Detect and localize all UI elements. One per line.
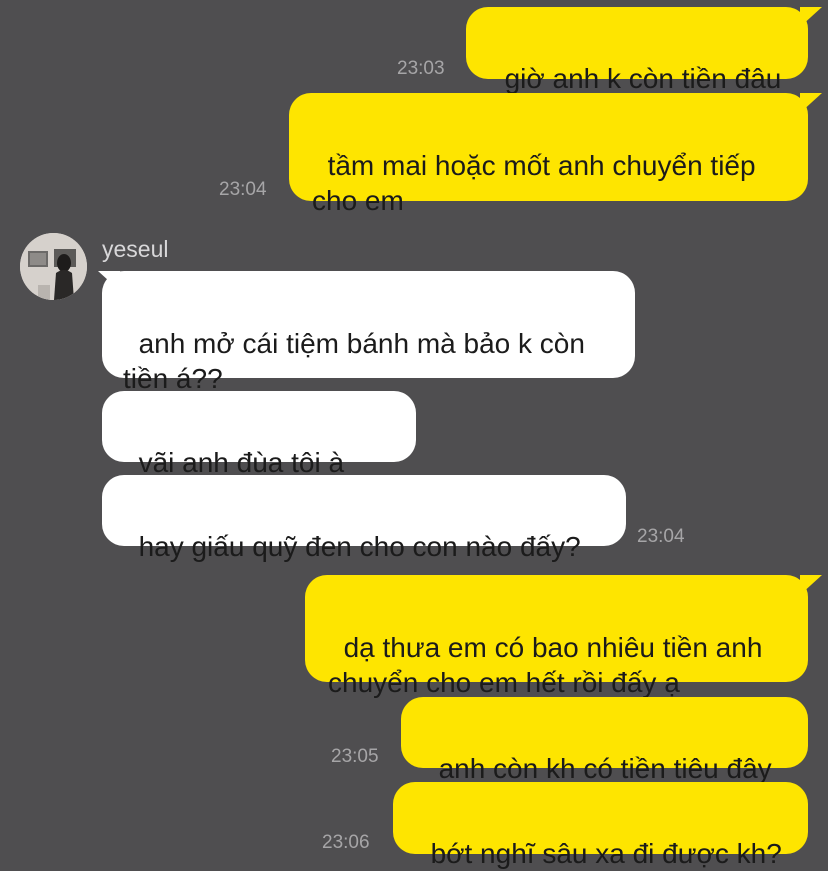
message-timestamp: 23:03 [397, 58, 445, 79]
bubble-tail [800, 575, 822, 595]
message-timestamp: 23:04 [637, 526, 685, 547]
sent-message-bubble[interactable]: tầm mai hoặc mốt anh chuyển tiếp cho em [289, 93, 808, 216]
contact-avatar[interactable] [20, 233, 87, 300]
sent-message-bubble[interactable]: anh còn kh có tiền tiêu đây [401, 697, 808, 784]
message-text: giờ anh k còn tiền đâu [504, 63, 782, 94]
message-text: dạ thưa em có bao nhiêu tiền anh chuyển … [328, 632, 763, 698]
message-text: vãi anh đùa tôi à [138, 447, 345, 478]
contact-name: yeseul [102, 236, 169, 262]
received-message-bubble[interactable]: anh mở cái tiệm bánh mà bảo k còn tiền á… [102, 271, 635, 394]
message-text: tầm mai hoặc mốt anh chuyển tiếp cho em [312, 150, 756, 216]
message-text: hay giấu quỹ đen cho con nào đấy? [138, 531, 581, 562]
sent-message-bubble[interactable]: giờ anh k còn tiền đâu [466, 7, 808, 94]
received-message-bubble[interactable]: hay giấu quỹ đen cho con nào đấy? [102, 475, 626, 562]
message-text: anh mở cái tiệm bánh mà bảo k còn tiền á… [123, 328, 585, 394]
message-timestamp: 23:04 [219, 179, 267, 200]
message-text: anh còn kh có tiền tiêu đây [438, 753, 772, 784]
sent-message-bubble[interactable]: bớt nghĩ sâu xa đi được kh? [393, 782, 808, 869]
sent-message-bubble[interactable]: dạ thưa em có bao nhiêu tiền anh chuyển … [305, 575, 808, 698]
message-timestamp: 23:06 [322, 832, 370, 853]
avatar-photo [20, 233, 87, 300]
received-message-bubble[interactable]: vãi anh đùa tôi à [102, 391, 416, 516]
bubble-tail [800, 7, 822, 27]
bubble-tail [800, 93, 822, 113]
message-text: bớt nghĩ sâu xa đi được kh? [430, 838, 782, 869]
message-timestamp: 23:05 [331, 746, 379, 767]
